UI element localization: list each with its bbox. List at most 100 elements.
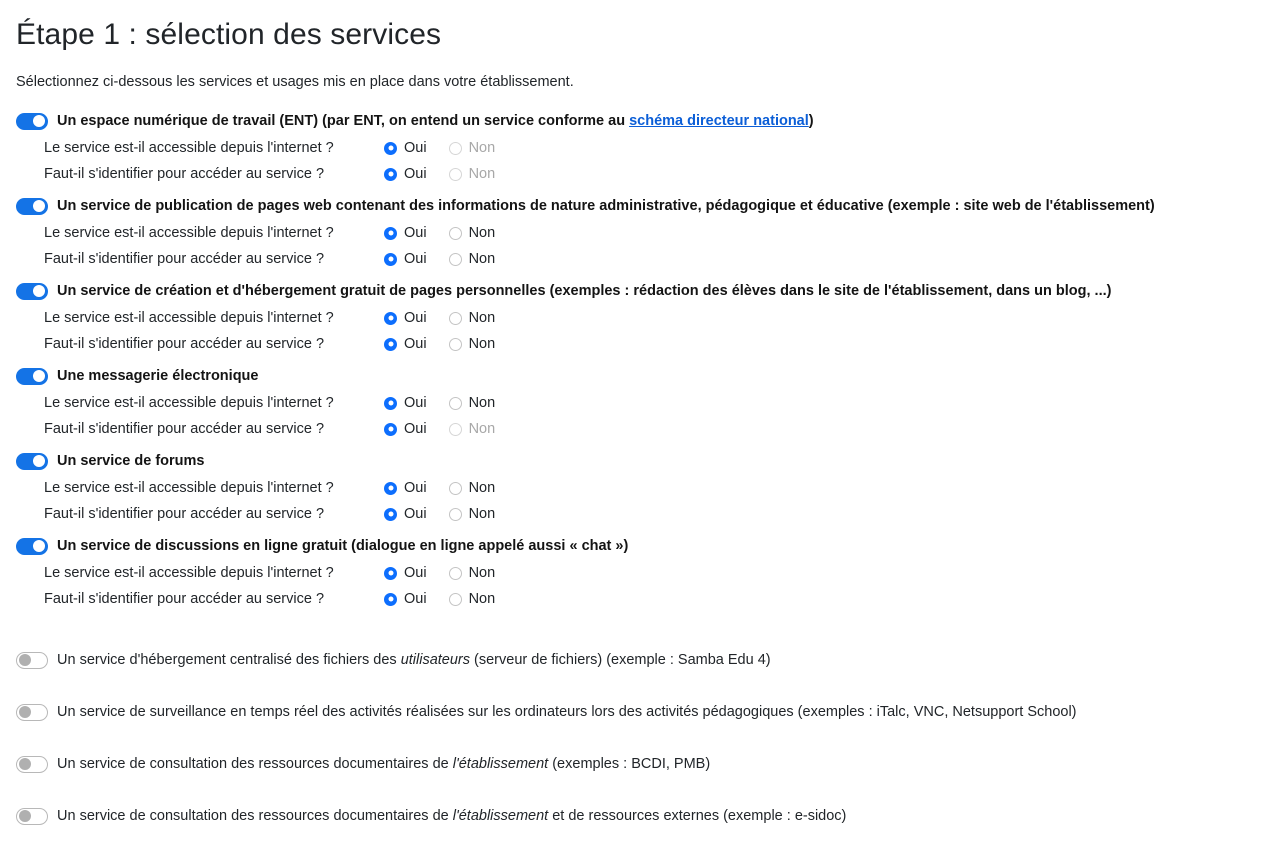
radio-label: Oui	[404, 395, 427, 411]
radio-selected-icon	[384, 311, 397, 325]
radio-option-non: Non	[448, 419, 495, 439]
toggle-switch-service-3[interactable]	[16, 367, 48, 385]
radio-option-non[interactable]: Non	[448, 589, 496, 609]
radio-empty-icon	[448, 481, 462, 495]
toggle-knob-icon	[33, 455, 45, 467]
question-row: Faut-il s'identifier pour accéder au ser…	[16, 416, 1277, 442]
radio-selected-icon	[384, 481, 397, 495]
service-header: Un espace numérique de travail (ENT) (pa…	[16, 110, 1277, 132]
service-header: Un service de publication de pages web c…	[16, 195, 1277, 217]
radio-selected-icon	[384, 592, 397, 606]
radio-label: Non	[468, 251, 496, 267]
toggle-knob-icon	[33, 540, 45, 552]
question-row: Le service est-il accessible depuis l'in…	[16, 390, 1277, 416]
radio-option-non[interactable]: Non	[448, 563, 496, 583]
radio-group-internet: Oui Non	[384, 138, 495, 158]
plain-service-label: Un service de consultation des ressource…	[57, 756, 711, 772]
radio-option-oui[interactable]: Oui	[384, 223, 427, 243]
toggle-switch-plain-0[interactable]	[16, 651, 48, 669]
question-row: Faut-il s'identifier pour accéder au ser…	[16, 501, 1277, 527]
toggle-knob-icon	[19, 810, 31, 822]
radio-group-internet: Oui Non	[384, 223, 495, 243]
radio-option-non: Non	[448, 164, 496, 184]
plain-services-list: Un service d'hébergement centralisé des …	[16, 634, 1277, 842]
radio-group-identify: Oui Non	[384, 504, 495, 524]
service-label: Une messagerie électronique	[57, 368, 259, 384]
toggle-switch-plain-3[interactable]	[16, 807, 48, 825]
radio-selected-icon	[384, 396, 397, 410]
toggle-knob-icon	[33, 370, 45, 382]
question-row: Le service est-il accessible depuis l'in…	[16, 135, 1277, 161]
radio-option-oui[interactable]: Oui	[384, 138, 427, 158]
toggle-switch-plain-1[interactable]	[16, 703, 48, 721]
radio-group-internet: Oui Non	[384, 478, 495, 498]
radio-option-non[interactable]: Non	[448, 393, 495, 413]
question-row: Faut-il s'identifier pour accéder au ser…	[16, 331, 1277, 357]
radio-group-identify: Oui Non	[384, 589, 495, 609]
service-label: Un espace numérique de travail (ENT) (pa…	[57, 113, 814, 129]
question-label: Le service est-il accessible depuis l'in…	[44, 565, 334, 581]
radio-option-oui[interactable]: Oui	[384, 478, 427, 498]
toggle-switch-service-0[interactable]	[16, 112, 48, 130]
radio-label: Non	[468, 506, 496, 522]
question-label: Faut-il s'identifier pour accéder au ser…	[44, 166, 325, 182]
radio-option-oui[interactable]: Oui	[384, 334, 427, 354]
radio-option-non[interactable]: Non	[448, 249, 496, 269]
radio-selected-icon	[384, 566, 397, 580]
service-header: Une messagerie électronique	[16, 365, 1277, 387]
plain-service-row: Un service d'hébergement centralisé des …	[16, 634, 1277, 686]
radio-label: Non	[468, 166, 496, 182]
toggle-switch-service-2[interactable]	[16, 282, 48, 300]
radio-option-non[interactable]: Non	[448, 504, 496, 524]
radio-option-non[interactable]: Non	[448, 478, 495, 498]
radio-label: Oui	[404, 565, 427, 581]
radio-option-oui[interactable]: Oui	[384, 249, 427, 269]
radio-label: Non	[468, 591, 496, 607]
service-header: Un service de création et d'hébergement …	[16, 280, 1277, 302]
plain-service-label: Un service de surveillance en temps réel…	[57, 704, 1077, 720]
radio-option-oui[interactable]: Oui	[384, 563, 427, 583]
radio-option-oui[interactable]: Oui	[384, 308, 427, 328]
radio-label: Non	[468, 336, 496, 352]
radio-label: Oui	[404, 591, 427, 607]
radio-option-oui[interactable]: Oui	[384, 419, 427, 439]
radio-option-non[interactable]: Non	[448, 308, 495, 328]
toggle-knob-icon	[19, 758, 31, 770]
radio-selected-icon	[384, 167, 397, 181]
service-label: Un service de forums	[57, 453, 205, 469]
radio-label: Oui	[404, 336, 427, 352]
toggle-switch-service-1[interactable]	[16, 197, 48, 215]
toggle-switch-plain-2[interactable]	[16, 755, 48, 773]
radio-selected-icon	[384, 141, 397, 155]
radio-option-oui[interactable]: Oui	[384, 393, 427, 413]
radio-selected-icon	[384, 507, 397, 521]
radio-group-internet: Oui Non	[384, 563, 495, 583]
radio-empty-icon	[448, 592, 462, 606]
service-group: Un service de création et d'hébergement …	[16, 280, 1277, 365]
radio-label: Non	[468, 565, 496, 581]
radio-option-oui[interactable]: Oui	[384, 504, 427, 524]
schema-directeur-national-link[interactable]: schéma directeur national	[629, 113, 809, 129]
radio-group-identify: Oui Non	[384, 164, 495, 184]
question-label: Le service est-il accessible depuis l'in…	[44, 225, 334, 241]
radio-empty-icon	[448, 141, 462, 155]
toggle-switch-service-5[interactable]	[16, 537, 48, 555]
question-row: Faut-il s'identifier pour accéder au ser…	[16, 586, 1277, 612]
radio-group-internet: Oui Non	[384, 393, 495, 413]
radio-label: Oui	[404, 480, 427, 496]
toggle-knob-icon	[19, 654, 31, 666]
radio-option-non[interactable]: Non	[448, 223, 495, 243]
plain-service-label: Un service d'hébergement centralisé des …	[57, 652, 771, 668]
radio-selected-icon	[384, 226, 397, 240]
radio-option-oui[interactable]: Oui	[384, 589, 427, 609]
toggle-switch-service-4[interactable]	[16, 452, 48, 470]
toggle-knob-icon	[33, 115, 45, 127]
radio-option-oui[interactable]: Oui	[384, 164, 427, 184]
radio-option-non[interactable]: Non	[448, 334, 496, 354]
service-header: Un service de forums	[16, 450, 1277, 472]
toggle-knob-icon	[33, 285, 45, 297]
